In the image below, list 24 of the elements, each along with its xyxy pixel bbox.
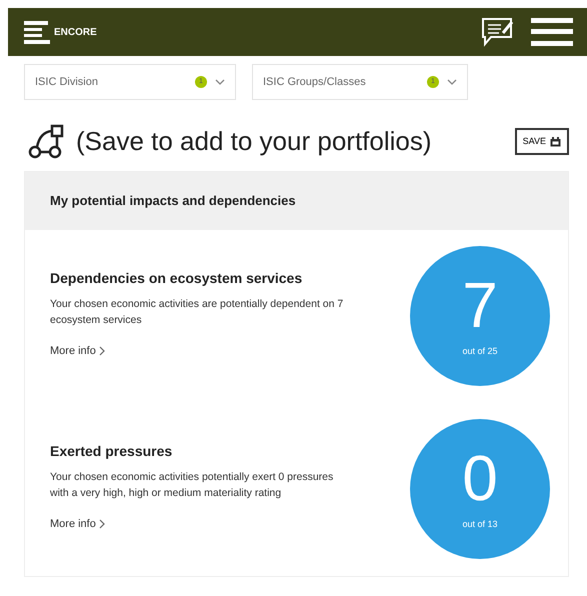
chevron-down-icon <box>215 78 225 86</box>
chevron-down-icon <box>447 78 457 86</box>
dropdown-label: ISIC Division <box>35 74 98 90</box>
section-title: Dependencies on ecosystem services <box>50 270 304 287</box>
description: Your chosen economic activities potentially exert 0 pressures with a very high, high or medium materiality rating <box>50 470 334 501</box>
panel-heading: My potential impacts and dependencies <box>25 172 568 230</box>
feedback-icon[interactable] <box>481 17 515 47</box>
count-value: 7 <box>462 273 498 338</box>
dropdown-label: ISIC Groups/Classes <box>263 74 366 90</box>
more-info-link[interactable]: More info <box>50 344 105 357</box>
menu-icon[interactable] <box>24 19 50 45</box>
chevron-right-icon <box>98 346 105 356</box>
section-title: Exerted pressures <box>50 443 174 460</box>
more-info-link[interactable]: More info <box>50 518 105 530</box>
chevron-right-icon <box>98 518 105 529</box>
description: Your chosen economic activities are potentially dependent on 7 ecosystem services <box>50 296 344 328</box>
calendar-icon <box>550 136 561 146</box>
brand-name[interactable]: ENCORE <box>54 24 97 40</box>
menu-icon[interactable] <box>531 17 573 47</box>
count-caption: out of 25 <box>462 345 498 358</box>
count-caption: out of 13 <box>462 518 498 532</box>
page-title: (Save to add to your portfolios) <box>76 125 432 158</box>
save-button[interactable]: SAVE <box>514 128 569 156</box>
count-value: 0 <box>462 446 498 510</box>
